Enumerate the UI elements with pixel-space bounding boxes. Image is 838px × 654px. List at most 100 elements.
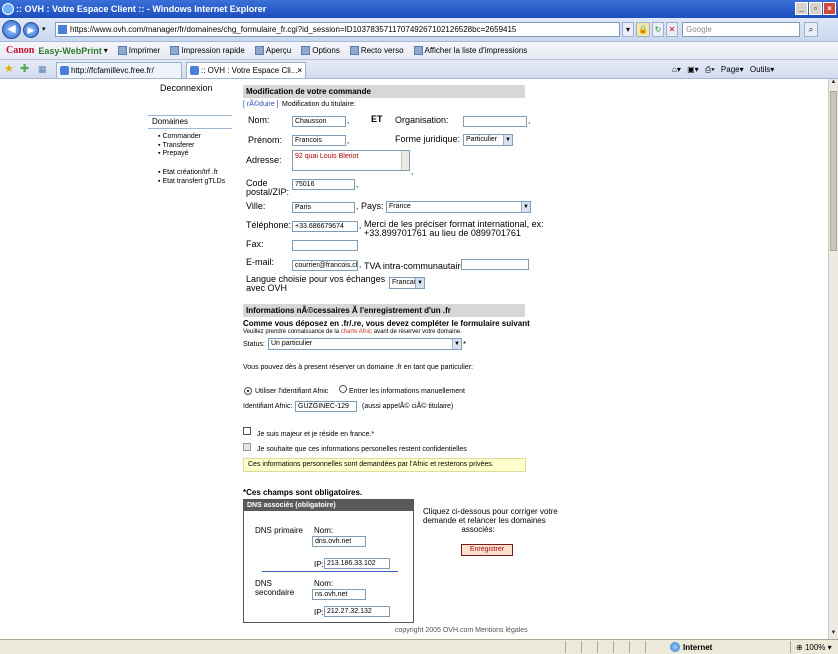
forme-juridique-select[interactable]: Particulier ▼ xyxy=(463,134,513,146)
identifiant-afnic-input[interactable]: GUZGINEC-129 xyxy=(295,401,357,412)
charte-afnic-link[interactable]: charte Afnic xyxy=(341,329,372,335)
dns-secondaire-nom-input[interactable]: ns.ovh.net xyxy=(312,589,366,600)
dns-primaire-nom-input[interactable]: dns.ovh.net xyxy=(312,536,366,547)
section-afnic-title: Informations nÃ©cessaires Ã l'enregistre… xyxy=(243,304,525,317)
vertical-scrollbar[interactable]: ▲ ▼ xyxy=(828,79,838,639)
etat-menu: Etat création/trf .fr Etat transfert gTL… xyxy=(158,169,225,186)
favorites-star-icon[interactable]: ★ xyxy=(4,63,14,75)
dns-primaire-ip-input[interactable]: 213.186.33.102 xyxy=(324,558,390,569)
url-text: https://www.ovh.com/manager/fr/domaines/… xyxy=(70,25,517,34)
chevron-down-icon[interactable]: ▾ xyxy=(104,46,108,55)
window-controls: _ ▫ × xyxy=(795,2,836,15)
url-dropdown-icon[interactable]: ▾ xyxy=(622,22,634,37)
page-favicon-icon xyxy=(58,25,67,34)
dns-correction-text: Cliquez ci-dessous pour corriger votre de… xyxy=(423,507,558,534)
scroll-thumb[interactable] xyxy=(830,91,837,251)
confidentiel-checkbox[interactable] xyxy=(243,443,251,451)
chevron-down-icon: ▼ xyxy=(415,278,424,288)
easy-webprint-menu[interactable]: Easy-WebPrint xyxy=(38,46,101,56)
status-select[interactable]: Un particulier ▼ xyxy=(268,338,462,350)
stop-icon[interactable]: ✕ xyxy=(666,22,678,37)
url-input[interactable]: https://www.ovh.com/manager/fr/domaines/… xyxy=(55,22,620,37)
textarea-scrollbar[interactable] xyxy=(401,151,409,170)
duplex-icon xyxy=(349,46,359,55)
scroll-up-icon[interactable]: ▲ xyxy=(829,79,838,88)
afnic-privacy-notice: Ces informations personnelles sont deman… xyxy=(243,458,526,472)
maximize-button[interactable]: ▫ xyxy=(809,2,822,15)
adresse-textarea[interactable]: 92 quai Louis Bleriot xyxy=(292,150,410,171)
organisation-input[interactable] xyxy=(463,116,527,127)
organisation-label: Organisation: xyxy=(395,115,449,125)
tab-ovh[interactable]: :: OVH : Votre Espace Cli... × xyxy=(186,62,306,78)
menu-item-etat-gtlds[interactable]: Etat transfert gTLDs xyxy=(158,178,225,187)
email-input[interactable]: courrier@francois.ch xyxy=(292,260,358,271)
code-postal-input[interactable]: 75016 xyxy=(292,179,355,190)
tools-menu[interactable]: Outils▾ xyxy=(750,65,774,74)
nom-input[interactable]: Chausson xyxy=(292,116,346,127)
dns-secondaire-nom-label: Nom: xyxy=(314,579,334,588)
apercu-button[interactable]: Aperçu xyxy=(254,46,291,55)
zoom-icon: ⊕ xyxy=(796,643,805,652)
scroll-down-icon[interactable]: ▼ xyxy=(829,630,838,639)
dns-secondaire-ip-input[interactable]: 212.27.32.132 xyxy=(324,606,390,617)
recto-verso-button[interactable]: Recto verso xyxy=(349,46,404,55)
search-input[interactable]: Google xyxy=(682,22,800,37)
menu-item-commander[interactable]: Commander xyxy=(158,133,201,142)
dns-primaire-ip-label: IP: xyxy=(314,560,324,569)
tva-input[interactable] xyxy=(461,259,529,270)
page-menu[interactable]: Page▾ xyxy=(721,65,744,74)
dns-box-title: DNS associés (obligatoire) xyxy=(244,500,413,511)
imprimer-button[interactable]: Imprimer xyxy=(117,46,160,55)
radio-manuel-label: Entrer les informations manuellement xyxy=(349,388,465,395)
menu-item-transferer[interactable]: Transferer xyxy=(158,142,201,151)
security-zone: Internet xyxy=(645,641,755,653)
code-postal-label: Code postal/ZIP: xyxy=(246,178,290,197)
back-button[interactable]: ◀ xyxy=(2,20,21,39)
tab-fcfamillevc[interactable]: http://fcfamillevc.free.fr/ xyxy=(56,62,182,78)
enregistrer-button[interactable]: Enregistrer xyxy=(461,544,513,556)
section-modification-title: Modification de votre commande xyxy=(243,85,525,98)
menu-item-prepaye[interactable]: Prepayé xyxy=(158,150,201,159)
print-list-button[interactable]: Afficher la liste d'impressions xyxy=(413,46,527,55)
tab-list-icon[interactable]: ▦ xyxy=(38,63,47,75)
radio-manuel[interactable] xyxy=(339,385,347,393)
zoom-control[interactable]: ⊕ 100% ▾ xyxy=(790,641,838,653)
forward-button[interactable]: ▶ xyxy=(23,22,39,38)
add-favorites-icon[interactable]: ✚ xyxy=(20,63,29,75)
email-label: E-mail: xyxy=(246,257,275,267)
langue-select[interactable]: Francais ▼ xyxy=(389,277,425,289)
menu-item-etat-fr[interactable]: Etat création/trf .fr xyxy=(158,169,225,178)
footer-copyright: copyright 2005 OVH.com Mentions légales xyxy=(395,627,528,634)
domaines-header[interactable]: Domaines xyxy=(148,115,232,129)
close-button[interactable]: × xyxy=(823,2,836,15)
search-icon[interactable]: ⌕ xyxy=(804,22,818,37)
radio-identifiant-label: Utiliser l'identifiant Afnic xyxy=(255,388,329,395)
domaines-menu: Commander Transferer Prepayé xyxy=(158,133,201,159)
minimize-button[interactable]: _ xyxy=(795,2,808,15)
identifiant-note: (aussi appelÃ© ciÃ© titulaire) xyxy=(362,403,454,410)
options-button[interactable]: Options xyxy=(301,46,340,55)
refresh-icon[interactable]: ↻ xyxy=(652,22,664,37)
majeur-checkbox[interactable] xyxy=(243,427,251,435)
tab-close-icon[interactable]: × xyxy=(297,63,302,78)
dns-secondaire-label: DNS secondaire xyxy=(255,579,295,597)
fax-input[interactable] xyxy=(292,240,358,251)
internet-globe-icon xyxy=(670,642,680,652)
deconnexion-link[interactable]: Deconnexion xyxy=(160,83,213,93)
lock-icon[interactable]: 🔒 xyxy=(636,22,650,37)
preview-icon xyxy=(254,46,264,55)
telephone-input[interactable]: +33.686679674 xyxy=(292,221,358,232)
feeds-icon[interactable]: ▣▾ xyxy=(687,65,699,74)
history-dropdown-icon[interactable]: ▾ xyxy=(42,25,46,33)
pays-select[interactable]: France ▼ xyxy=(386,201,531,213)
prenom-input[interactable]: Francois xyxy=(292,135,346,146)
canon-toolbar: Canon Easy-WebPrint ▾ Imprimer Impressio… xyxy=(0,42,838,60)
home-icon[interactable]: ⌂▾ xyxy=(672,65,681,74)
impression-rapide-button[interactable]: Impression rapide xyxy=(170,46,245,55)
ville-input[interactable]: Paris xyxy=(292,202,355,213)
radio-identifiant-afnic[interactable] xyxy=(244,387,252,395)
tab-favicon-icon xyxy=(190,66,199,75)
reduire-link[interactable]: [ rÃ©duire ] xyxy=(243,101,279,108)
print-icon[interactable]: ⎙▾ xyxy=(705,65,715,74)
required-fields-note: *Ces champs sont obligatoires. xyxy=(243,488,363,497)
